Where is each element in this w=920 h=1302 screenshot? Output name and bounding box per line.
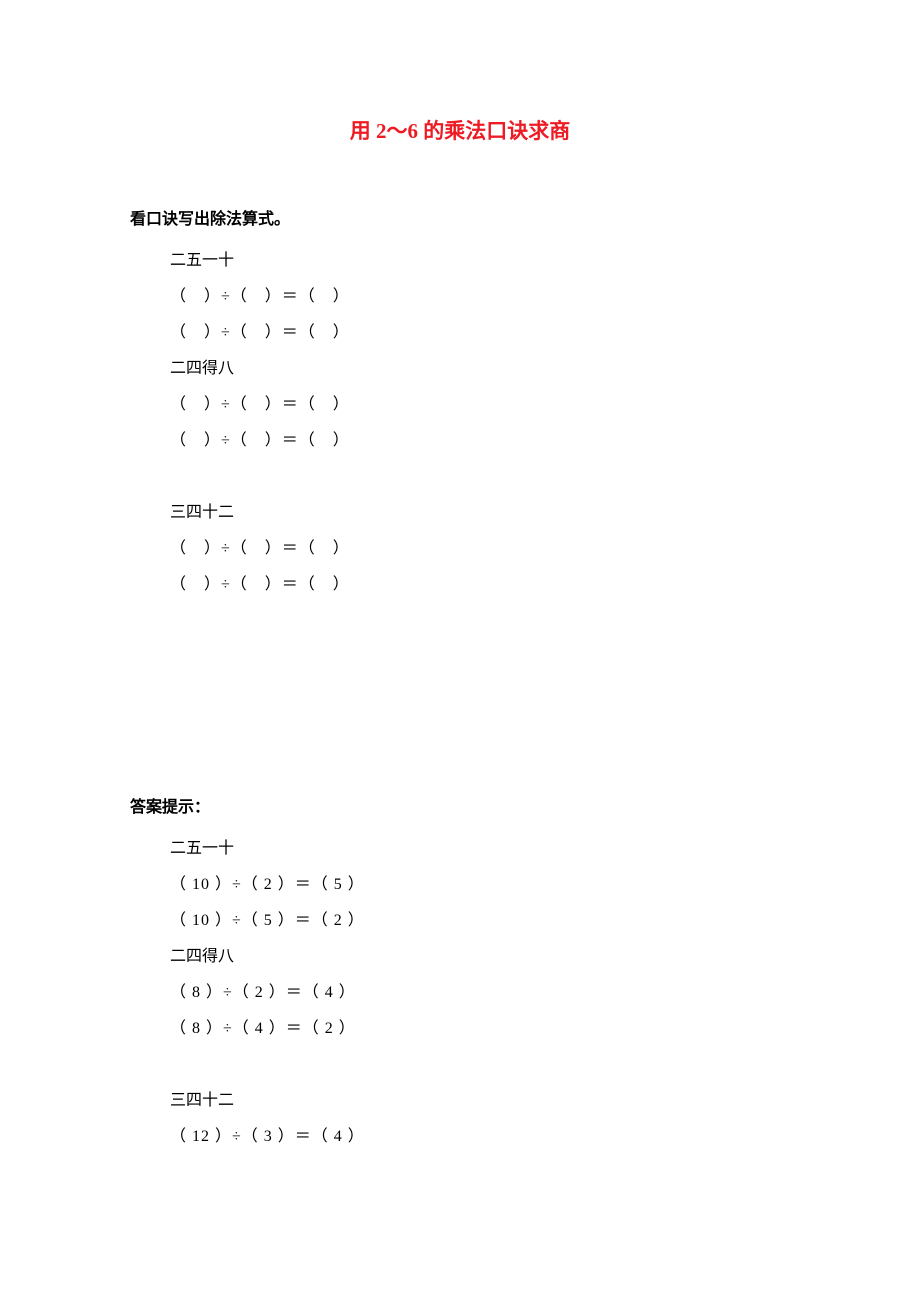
koujue-label: 二四得八 bbox=[170, 351, 790, 387]
spacer bbox=[170, 1047, 790, 1083]
koujue-label: 三四十二 bbox=[170, 1083, 790, 1119]
equation-blank: （ ）÷（ ）＝（ ） bbox=[170, 279, 790, 315]
koujue-label: 三四十二 bbox=[170, 495, 790, 531]
equation-blank: （ ）÷（ ）＝（ ） bbox=[170, 531, 790, 567]
equation-blank: （ ）÷（ ）＝（ ） bbox=[170, 423, 790, 459]
answer-block: 二五一十 （ 10 ）÷（ 2 ）＝（ 5 ） （ 10 ）÷（ 5 ）＝（ 2… bbox=[130, 831, 790, 1155]
equation-answer: （ 10 ）÷（ 2 ）＝（ 5 ） bbox=[170, 867, 790, 903]
equation-blank: （ ）÷（ ）＝（ ） bbox=[170, 387, 790, 423]
question-heading: 看口诀写出除法算式。 bbox=[130, 205, 790, 229]
equation-answer: （ 12 ）÷（ 3 ）＝（ 4 ） bbox=[170, 1119, 790, 1155]
koujue-label: 二四得八 bbox=[170, 939, 790, 975]
document-page: 用 2～6 的乘法口诀求商 看口诀写出除法算式。 二五一十 （ ）÷（ ）＝（ … bbox=[0, 0, 920, 1155]
question-block: 二五一十 （ ）÷（ ）＝（ ） （ ）÷（ ）＝（ ） 二四得八 （ ）÷（ … bbox=[130, 243, 790, 603]
spacer bbox=[130, 603, 790, 793]
equation-answer: （ 10 ）÷（ 5 ）＝（ 2 ） bbox=[170, 903, 790, 939]
koujue-label: 二五一十 bbox=[170, 831, 790, 867]
equation-answer: （ 8 ）÷（ 4 ）＝（ 2 ） bbox=[170, 1011, 790, 1047]
equation-answer: （ 8 ）÷（ 2 ）＝（ 4 ） bbox=[170, 975, 790, 1011]
koujue-label: 二五一十 bbox=[170, 243, 790, 279]
equation-blank: （ ）÷（ ）＝（ ） bbox=[170, 567, 790, 603]
equation-blank: （ ）÷（ ）＝（ ） bbox=[170, 315, 790, 351]
page-title: 用 2～6 的乘法口诀求商 bbox=[130, 115, 790, 145]
answer-heading: 答案提示： bbox=[130, 793, 790, 817]
spacer bbox=[170, 459, 790, 495]
